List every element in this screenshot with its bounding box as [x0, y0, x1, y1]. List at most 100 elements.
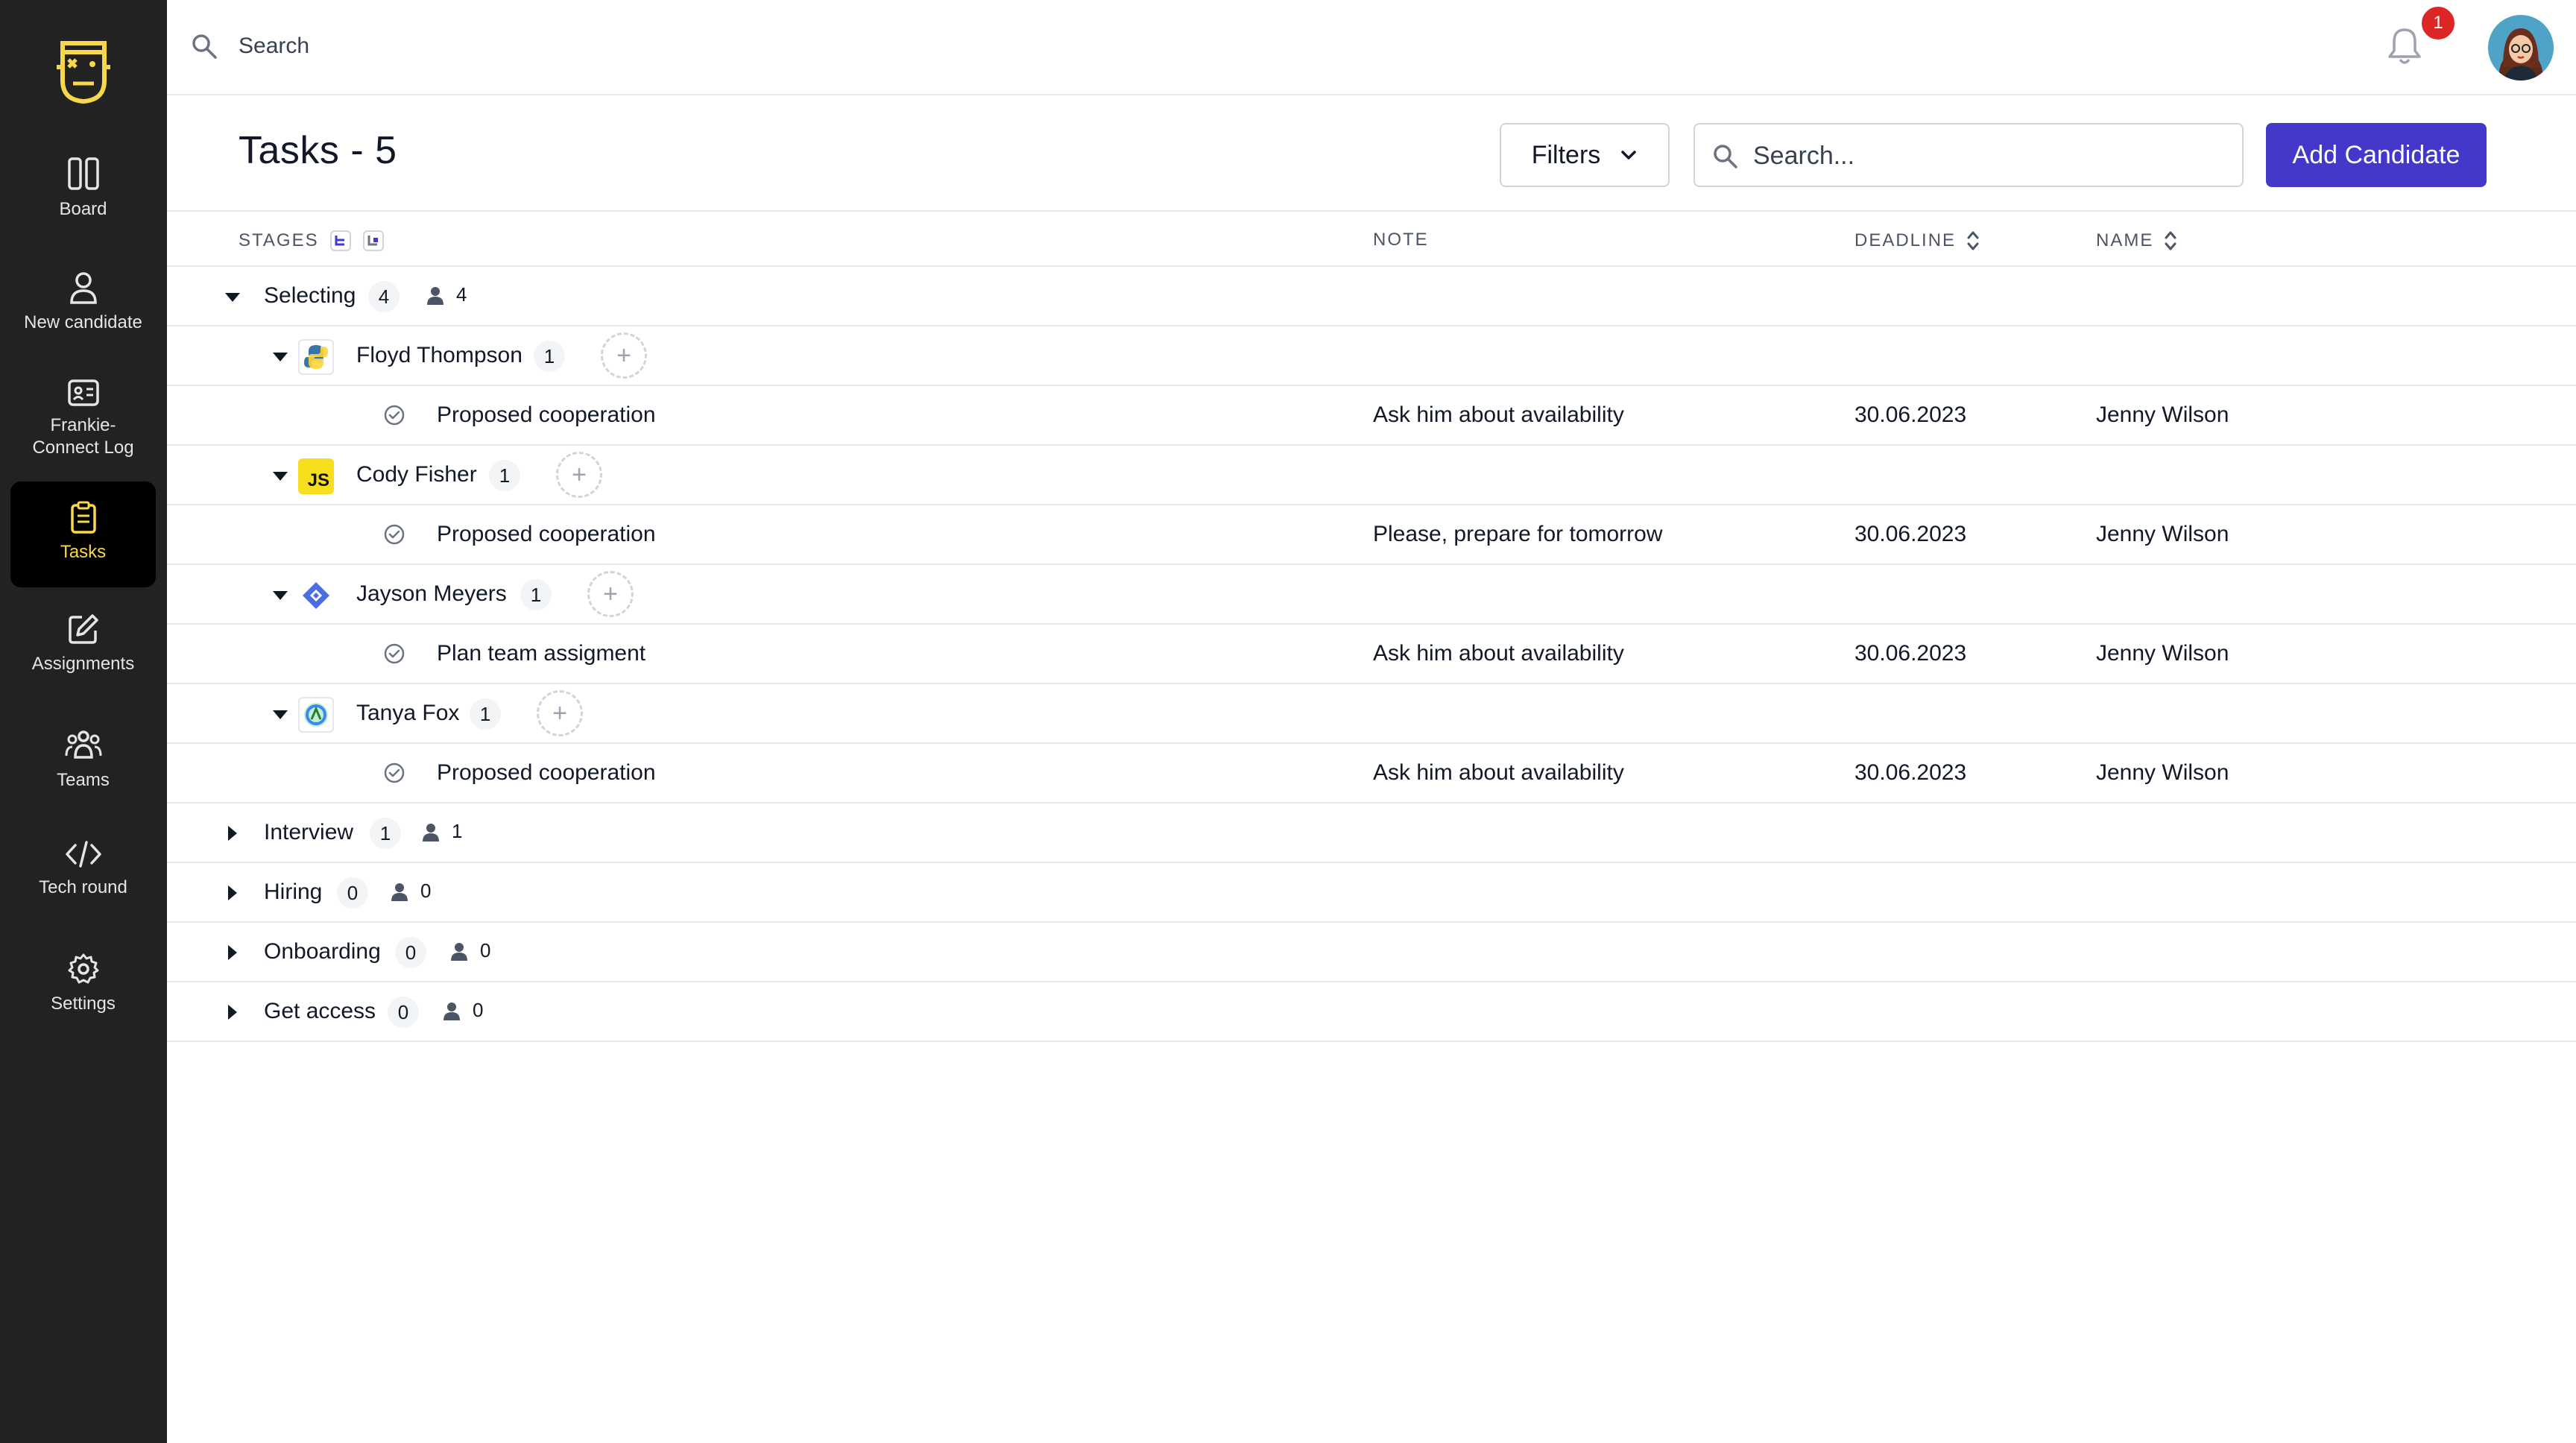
avatar[interactable] [2488, 15, 2554, 80]
logo-text: JS [307, 470, 329, 490]
filters-label: Filters [1531, 140, 1601, 169]
sidebar-item-label: Tech round [39, 877, 127, 897]
id-card-icon [67, 379, 99, 406]
task-search-box [1693, 123, 2244, 187]
sidebar-item-board[interactable]: Board [10, 157, 156, 221]
stage-row-hiring[interactable]: Hiring 0 0 [167, 863, 2576, 923]
jira-logo-icon [298, 578, 334, 613]
task-row[interactable]: Plan team assigment Ask him about availa… [167, 625, 2576, 684]
add-task-button[interactable]: + [601, 332, 647, 379]
candidate-name: Cody Fisher [356, 462, 477, 487]
collapse-caret-icon[interactable] [273, 710, 288, 719]
sidebar-item-label: Connect Log [32, 438, 134, 458]
collapse-caret-icon[interactable] [225, 293, 240, 302]
sidebar-item-new-candidate[interactable]: New candidate [10, 271, 156, 334]
task-assignee: Jenny Wilson [2096, 522, 2229, 546]
stage-row-selecting[interactable]: Selecting 4 4 [167, 267, 2576, 326]
check-circle-icon[interactable] [383, 762, 405, 784]
task-title: Plan team assigment [437, 641, 646, 666]
collapse-caret-icon[interactable] [273, 353, 288, 361]
task-search-input[interactable] [1753, 138, 2230, 174]
expand-caret-icon[interactable] [228, 885, 237, 900]
add-candidate-button[interactable]: Add Candidate [2266, 123, 2487, 187]
task-note: Ask him about availability [1373, 402, 1624, 427]
code-icon [65, 841, 101, 868]
sidebar-item-assignments[interactable]: Assignments [10, 613, 156, 675]
column-label: DEADLINE [1854, 230, 1957, 250]
candidate-row[interactable]: Tanya Fox 1 + [167, 684, 2576, 744]
expand-caret-icon[interactable] [228, 826, 237, 841]
sidebar-item-tasks[interactable]: Tasks [10, 481, 156, 587]
sidebar-item-settings[interactable]: Settings [10, 953, 156, 1015]
task-assignee: Jenny Wilson [2096, 641, 2229, 666]
collapse-caret-icon[interactable] [273, 472, 288, 481]
table-header: STAGES NOTE DEADLINE NAME [167, 210, 2576, 267]
stage-count-badge: 0 [337, 877, 368, 909]
person-icon [443, 1002, 460, 1020]
stage-row-interview[interactable]: Interview 1 1 [167, 803, 2576, 863]
sort-icon[interactable] [1966, 230, 1980, 252]
javascript-logo-icon: JS [298, 458, 334, 494]
check-circle-icon[interactable] [383, 404, 405, 426]
check-circle-icon[interactable] [383, 523, 405, 546]
person-icon [391, 882, 408, 901]
sidebar-item-tech-round[interactable]: Tech round [10, 839, 156, 899]
column-label: NAME [2096, 230, 2154, 250]
stage-name: Get access [264, 999, 376, 1023]
stage-name: Interview [264, 820, 354, 844]
candidate-row[interactable]: JS Cody Fisher 1 + [167, 446, 2576, 505]
stage-row-onboarding[interactable]: Onboarding 0 0 [167, 923, 2576, 982]
expand-caret-icon[interactable] [228, 1005, 237, 1020]
candidate-name: Jayson Meyers [356, 581, 507, 606]
note-column-header: NOTE [1373, 230, 1429, 250]
expand-all-icon[interactable] [329, 230, 352, 252]
sidebar-item-label: Teams [57, 770, 110, 790]
python-logo-icon [298, 339, 334, 375]
task-title: Proposed cooperation [437, 760, 656, 785]
task-deadline: 30.06.2023 [1854, 760, 1967, 785]
candidate-row[interactable]: Floyd Thompson 1 + [167, 326, 2576, 386]
stage-people: 0 [389, 880, 431, 903]
global-search-input[interactable] [239, 28, 1133, 64]
task-assignee: Jenny Wilson [2096, 402, 2229, 427]
expand-caret-icon[interactable] [228, 945, 237, 960]
add-task-button[interactable]: + [537, 690, 583, 736]
task-note: Ask him about availability [1373, 760, 1624, 785]
filters-button[interactable]: Filters [1500, 123, 1670, 187]
sidebar-item-label: Assignments [31, 654, 135, 674]
stage-people: 0 [441, 999, 483, 1022]
app-logo-icon[interactable] [57, 37, 110, 106]
sidebar-item-label: Board [59, 199, 107, 219]
collapse-caret-icon[interactable] [273, 591, 288, 600]
name-column-header[interactable]: NAME [2096, 230, 2177, 252]
stage-count-badge: 1 [370, 818, 401, 849]
sidebar: Board New candidate Frankie- Connect Log… [0, 0, 167, 1443]
task-row[interactable]: Proposed cooperation Ask him about avail… [167, 744, 2576, 803]
task-row[interactable]: Proposed cooperation Ask him about avail… [167, 386, 2576, 446]
stage-people: 1 [420, 820, 462, 843]
person-icon [427, 286, 443, 305]
sidebar-item-frankie-connect-log[interactable]: Frankie- Connect Log [10, 379, 156, 459]
stage-row-get-access[interactable]: Get access 0 0 [167, 982, 2576, 1042]
candidate-name: Tanya Fox [356, 701, 460, 725]
deadline-column-header[interactable]: DEADLINE [1854, 230, 1980, 252]
chevron-down-icon [1621, 151, 1637, 160]
sort-icon[interactable] [2164, 230, 2177, 252]
top-bar: 1 [167, 0, 2576, 95]
task-row[interactable]: Proposed cooperation Please, prepare for… [167, 505, 2576, 565]
android-studio-logo-icon [298, 697, 334, 733]
bell-icon[interactable] [2382, 24, 2427, 69]
collapse-all-icon[interactable] [362, 230, 385, 252]
add-task-button[interactable]: + [587, 571, 634, 617]
add-task-button[interactable]: + [556, 452, 602, 498]
sidebar-item-label: Settings [51, 994, 116, 1014]
candidate-name: Floyd Thompson [356, 343, 523, 367]
column-label: STAGES [239, 230, 319, 250]
task-deadline: 30.06.2023 [1854, 641, 1967, 666]
candidate-count-badge: 1 [470, 698, 501, 730]
sidebar-item-teams[interactable]: Teams [10, 729, 156, 792]
candidate-row[interactable]: Jayson Meyers 1 + [167, 565, 2576, 625]
task-deadline: 30.06.2023 [1854, 522, 1967, 546]
task-title: Proposed cooperation [437, 402, 656, 427]
check-circle-icon[interactable] [383, 642, 405, 665]
